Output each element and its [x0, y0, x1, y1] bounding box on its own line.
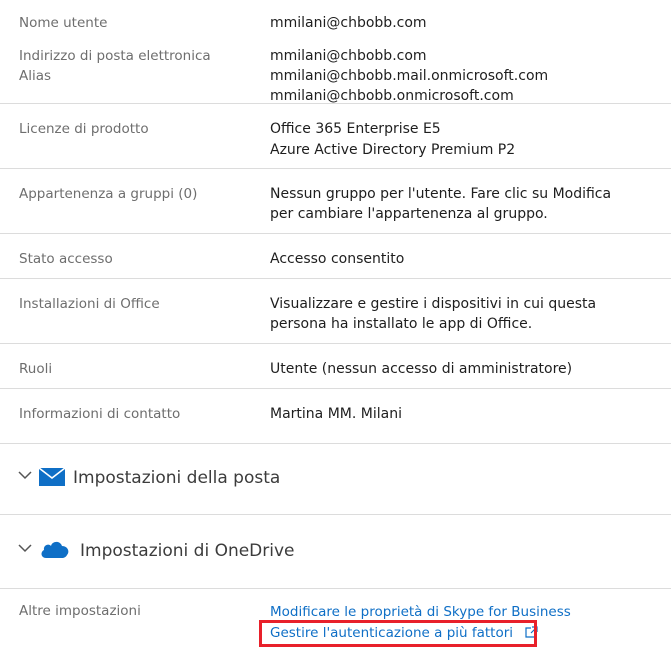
groups-value: Nessun gruppo per l'utente. Fare clic su…	[270, 186, 612, 202]
more-settings-label: Altre impostazioni	[19, 603, 141, 619]
onedrive-settings-section-header[interactable]: Impostazioni di OneDrive	[0, 527, 671, 575]
groups-label: Appartenenza a gruppi (0)	[19, 186, 198, 202]
mail-settings-title: Impostazioni della posta	[73, 468, 281, 488]
separator	[0, 588, 671, 589]
separator	[0, 343, 671, 344]
contact-label: Informazioni di contatto	[19, 406, 181, 422]
onedrive-cloud-icon	[41, 541, 69, 558]
office-installs-value: Visualizzare e gestire i dispositivi in …	[270, 296, 597, 312]
office-installs-label: Installazioni di Office	[19, 296, 160, 312]
separator	[0, 443, 671, 444]
signin-status-value: Accesso consentito	[270, 251, 405, 267]
groups-value: per cambiare l'appartenenza al gruppo.	[270, 206, 548, 222]
signin-status-label: Stato accesso	[19, 251, 113, 267]
roles-value: Utente (nessun accesso di amministratore…	[270, 361, 573, 377]
chevron-down-icon	[18, 471, 32, 480]
onedrive-settings-title: Impostazioni di OneDrive	[80, 541, 295, 561]
separator	[0, 103, 671, 104]
separator	[0, 388, 671, 389]
license-value: Azure Active Directory Premium P2	[270, 142, 516, 158]
contact-value: Martina MM. Milani	[270, 406, 402, 422]
licenses-label: Licenze di prodotto	[19, 121, 149, 137]
mail-settings-section-header[interactable]: Impostazioni della posta	[0, 455, 671, 503]
username-label: Nome utente	[19, 15, 108, 31]
alias-label: Alias	[19, 68, 52, 84]
user-details-panel: Nome utente mmilani@chbobb.com Indirizzo…	[0, 0, 671, 663]
separator	[0, 168, 671, 169]
office-installs-value: persona ha installato le app di Office.	[270, 316, 533, 332]
chevron-down-icon	[18, 544, 32, 553]
separator	[0, 278, 671, 279]
email-label: Indirizzo di posta elettronica	[19, 48, 211, 64]
username-value: mmilani@chbobb.com	[270, 15, 427, 31]
separator	[0, 514, 671, 515]
separator	[0, 233, 671, 234]
skype-properties-link[interactable]: Modificare le proprietà di Skype for Bus…	[270, 602, 571, 622]
email-value: mmilani@chbobb.com	[270, 48, 427, 64]
roles-label: Ruoli	[19, 361, 53, 377]
alias-value: mmilani@chbobb.mail.onmicrosoft.com	[270, 68, 549, 84]
mail-envelope-icon	[39, 468, 65, 486]
highlight-box	[259, 620, 537, 647]
license-value: Office 365 Enterprise E5	[270, 121, 441, 137]
